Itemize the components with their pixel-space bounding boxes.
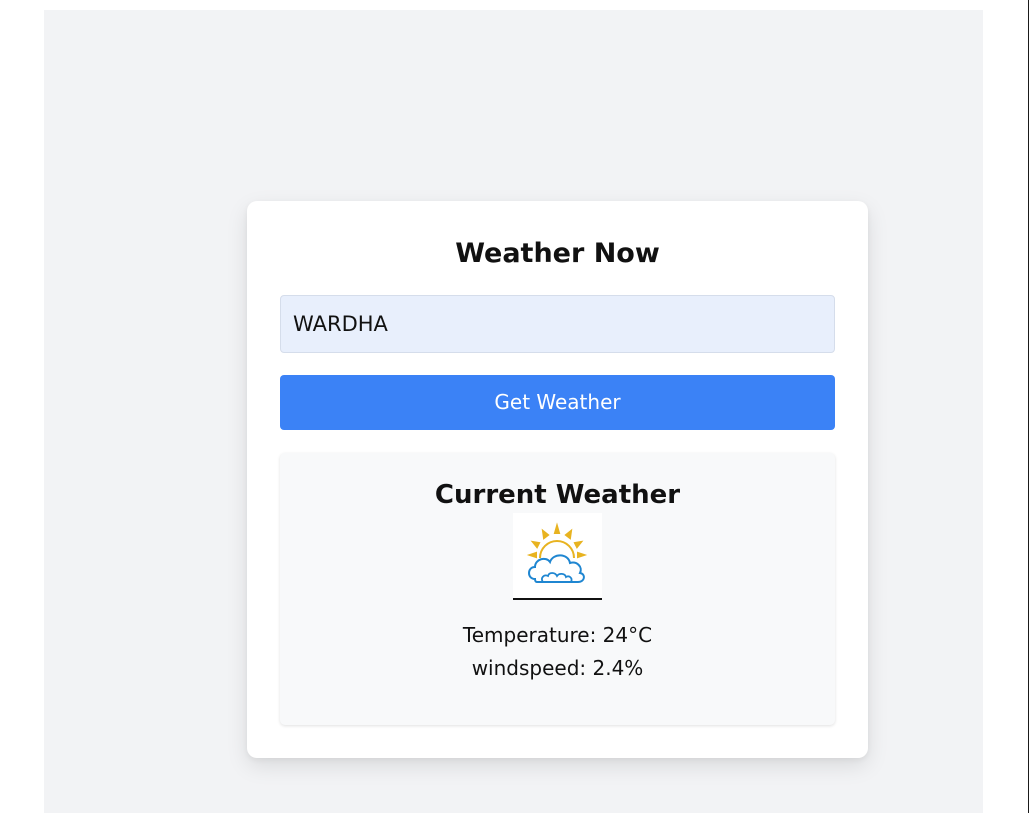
windspeed-text: windspeed: 2.4% [471,656,644,680]
weather-result-panel: Current Weather Temperature: 24°C windsp… [280,453,835,725]
temperature-text: Temperature: 24°C [462,623,653,647]
partly-cloudy-icon [513,513,602,600]
result-heading: Current Weather [434,480,681,510]
get-weather-button[interactable]: Get Weather [280,375,835,430]
window-edge-divider [1028,0,1032,813]
page-title: Weather Now [455,238,660,269]
weather-icon-graphic [526,522,588,583]
city-input[interactable] [280,295,835,353]
page-background: Weather Now Get Weather Current Weather [44,10,983,813]
weather-card: Weather Now Get Weather Current Weather [247,201,868,758]
